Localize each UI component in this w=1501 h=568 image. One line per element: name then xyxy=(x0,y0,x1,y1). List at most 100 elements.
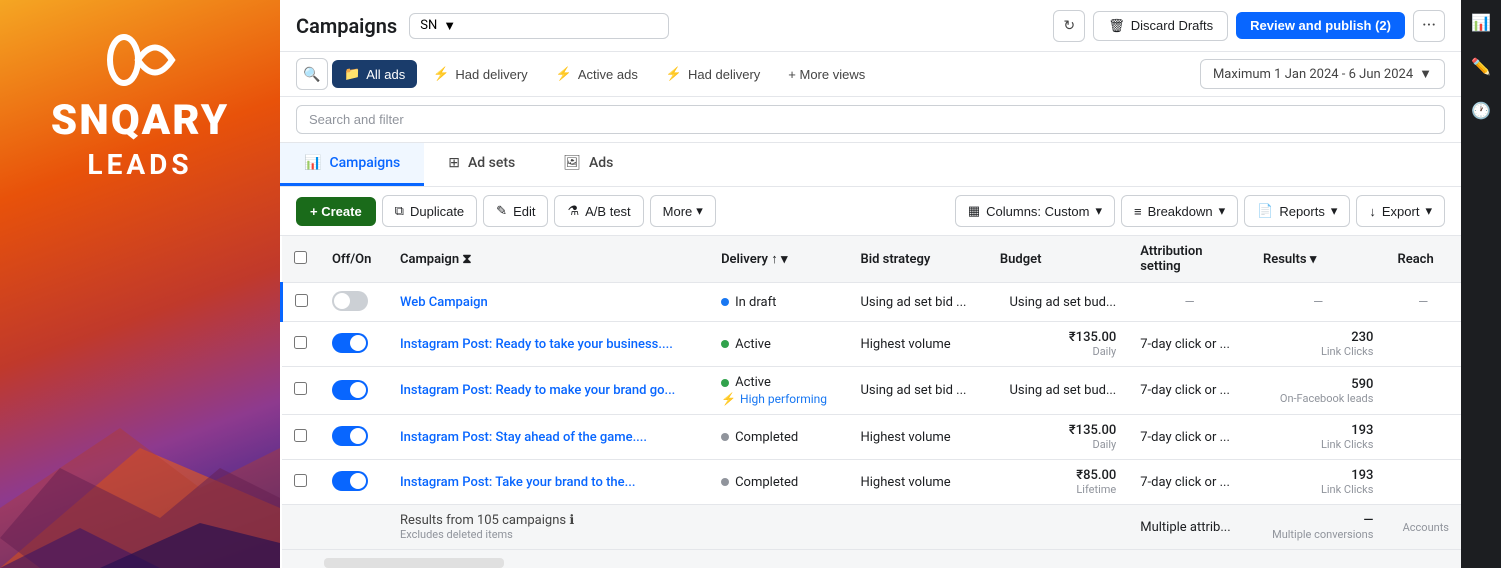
summary-empty-4 xyxy=(848,505,987,550)
search-input[interactable] xyxy=(296,105,1445,134)
row-checkbox[interactable] xyxy=(294,382,307,395)
tab-all-ads[interactable]: 📁 All ads xyxy=(332,60,417,88)
columns-button[interactable]: ▦ Columns: Custom ▾ xyxy=(955,195,1115,227)
chart-icon[interactable]: 📊 xyxy=(1467,8,1495,36)
table-row: Instagram Post: Stay ahead of the game..… xyxy=(282,415,1462,460)
export-icon: ↓ xyxy=(1369,204,1376,219)
toggle-switch[interactable] xyxy=(332,333,368,353)
bolt-icon-2: ⚡ xyxy=(556,66,572,82)
row-checkbox-cell xyxy=(282,322,321,367)
search-tab-button[interactable]: 🔍 xyxy=(296,58,328,90)
pencil-icon[interactable]: ✏️ xyxy=(1467,52,1495,80)
table-row: Instagram Post: Ready to make your brand… xyxy=(282,367,1462,415)
toggle-switch[interactable] xyxy=(332,471,368,491)
row-checkbox[interactable] xyxy=(294,474,307,487)
chevron-down-icon-reports: ▾ xyxy=(1331,203,1338,219)
decorative-shapes xyxy=(0,368,280,568)
results-cell: 193 Link Clicks xyxy=(1251,415,1385,460)
tab-campaigns[interactable]: 📊 Campaigns xyxy=(280,143,424,186)
budget-amount: Using ad set bud... xyxy=(1000,383,1116,398)
tab-had-delivery-2[interactable]: ⚡ Had delivery xyxy=(654,60,772,88)
tab-ads[interactable]: 🖼 Ads xyxy=(539,143,637,186)
bid-strategy-cell: Using ad set bid ... xyxy=(848,367,987,415)
attribution-cell: — xyxy=(1128,283,1251,322)
row-checkbox[interactable] xyxy=(294,336,307,349)
ab-test-button[interactable]: ⚗ A/B test xyxy=(554,195,643,227)
header-campaign[interactable]: Campaign ⧗ xyxy=(388,236,709,283)
edit-button[interactable]: ✎ Edit xyxy=(483,195,548,227)
date-range-picker[interactable]: Maximum 1 Jan 2024 - 6 Jun 2024 ▼ xyxy=(1200,59,1445,89)
toggle-switch[interactable] xyxy=(332,291,368,311)
duplicate-button[interactable]: ⧉ Duplicate xyxy=(382,195,478,227)
filter-icon: ▾ xyxy=(781,252,788,267)
ads-icon: 🖼 xyxy=(563,155,581,171)
toggle-switch[interactable] xyxy=(332,380,368,400)
budget-cell: ₹85.00 Lifetime xyxy=(988,460,1128,505)
main-content: Campaigns SN ▼ ↻ 🗑 Discard Drafts Review… xyxy=(280,0,1461,568)
clock-icon[interactable]: 🕐 xyxy=(1467,96,1495,124)
review-publish-button[interactable]: Review and publish (2) xyxy=(1236,12,1405,39)
delivery-label: Completed xyxy=(735,475,798,490)
campaign-link[interactable]: Web Campaign xyxy=(400,295,488,310)
toggle-switch[interactable] xyxy=(332,426,368,446)
tab-had-delivery-1[interactable]: ⚡ Had delivery xyxy=(421,60,539,88)
scrollbar-cell xyxy=(282,550,1462,568)
bid-strategy-cell: Highest volume xyxy=(848,415,987,460)
reach-cell: — xyxy=(1385,283,1461,322)
budget-type: Daily xyxy=(1000,438,1116,451)
delivery-label: Completed xyxy=(735,430,798,445)
budget-amount: ₹135.00 xyxy=(1000,423,1116,438)
summary-results-type: Multiple conversions xyxy=(1263,528,1373,541)
summary-sub: Excludes deleted items xyxy=(400,528,697,541)
select-all-checkbox[interactable] xyxy=(294,251,307,264)
campaign-link[interactable]: Instagram Post: Ready to take your busin… xyxy=(400,337,673,352)
search-bar xyxy=(280,97,1461,143)
tab-active-ads[interactable]: ⚡ Active ads xyxy=(544,60,650,88)
chevron-down-icon-breakdown: ▾ xyxy=(1219,203,1226,219)
adsets-icon: ⊞ xyxy=(448,155,460,171)
top-bar-actions: ↻ 🗑 Discard Drafts Review and publish (2… xyxy=(1053,10,1445,42)
header-toggle: Off/On xyxy=(320,236,388,283)
reach-cell xyxy=(1385,322,1461,367)
more-button[interactable]: More ▾ xyxy=(650,195,716,227)
row-checkbox-cell xyxy=(282,283,321,322)
bid-strategy-cell: Using ad set bid ... xyxy=(848,283,987,322)
row-checkbox[interactable] xyxy=(295,294,308,307)
toggle-cell xyxy=(320,415,388,460)
more-views-button[interactable]: + More views xyxy=(776,61,877,88)
tab-ad-sets[interactable]: ⊞ Ad sets xyxy=(424,143,539,186)
export-button[interactable]: ↓ Export ▾ xyxy=(1356,195,1445,227)
more-options-button[interactable]: ··· xyxy=(1413,10,1445,42)
filter-tabs: 🔍 📁 All ads ⚡ Had delivery ⚡ Active ads … xyxy=(280,52,1461,97)
high-performing-badge: ⚡ High performing xyxy=(721,392,836,406)
folder-icon: 📁 xyxy=(344,66,360,82)
summary-empty-1 xyxy=(282,505,321,550)
refresh-button[interactable]: ↻ xyxy=(1053,10,1085,42)
campaign-link[interactable]: Instagram Post: Stay ahead of the game..… xyxy=(400,430,647,445)
campaign-link[interactable]: Instagram Post: Ready to make your brand… xyxy=(400,383,675,398)
sidebar: SNQARY LEADS xyxy=(0,0,280,568)
reports-button[interactable]: 📄 Reports ▾ xyxy=(1244,195,1350,227)
summary-reach: Accounts xyxy=(1385,505,1461,550)
horizontal-scrollbar[interactable] xyxy=(324,558,504,568)
summary-text: Results from 105 campaigns ℹ xyxy=(400,513,697,528)
create-button[interactable]: + Create xyxy=(296,197,376,226)
chevron-down-icon: ▼ xyxy=(443,18,456,34)
toggle-cell xyxy=(320,283,388,322)
summary-results: — Multiple conversions xyxy=(1251,505,1385,550)
brand-sub: LEADS xyxy=(87,148,192,181)
account-selector[interactable]: SN ▼ xyxy=(409,13,669,39)
header-results[interactable]: Results ▾ xyxy=(1251,236,1385,283)
page-title: Campaigns xyxy=(296,14,397,38)
results-type: Link Clicks xyxy=(1263,345,1373,358)
campaigns-icon: 📊 xyxy=(304,155,321,171)
breakdown-button[interactable]: ≡ Breakdown ▾ xyxy=(1121,195,1238,227)
chevron-down-icon-export: ▾ xyxy=(1425,203,1432,219)
summary-empty-3 xyxy=(709,505,848,550)
campaign-link[interactable]: Instagram Post: Take your brand to the..… xyxy=(400,475,635,490)
discard-drafts-button[interactable]: 🗑 Discard Drafts xyxy=(1093,11,1228,41)
budget-cell: ₹135.00 Daily xyxy=(988,322,1128,367)
header-delivery[interactable]: Delivery ↑ ▾ xyxy=(709,236,848,283)
header-reach: Reach xyxy=(1385,236,1461,283)
row-checkbox[interactable] xyxy=(294,429,307,442)
